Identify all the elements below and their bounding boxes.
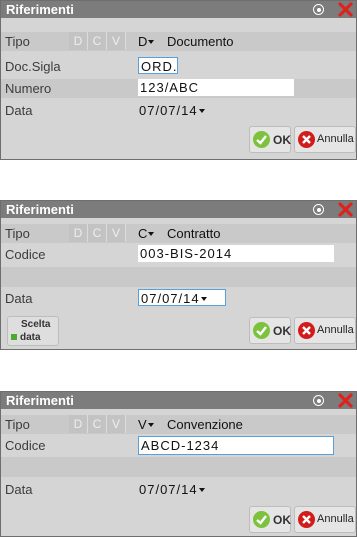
tipo-label: Tipo	[5, 417, 30, 432]
codice-label: Codice	[5, 438, 46, 453]
ok-label: OK	[273, 133, 291, 147]
close-icon[interactable]	[338, 2, 353, 17]
data-row: Data 07/07/14	[1, 101, 356, 120]
ok-button[interactable]: OK	[249, 126, 291, 153]
segment-d[interactable]: D	[69, 415, 88, 433]
scelta-label-1: Scelta	[21, 319, 51, 330]
chevron-down-icon	[148, 232, 155, 236]
chevron-down-icon	[198, 488, 205, 492]
dialog-titlebar: Riferimenti	[1, 1, 356, 18]
spacer-row	[1, 457, 356, 477]
data-label: Data	[5, 103, 33, 118]
annulla-label: Annulla	[317, 513, 354, 525]
doc-sigla-row: Doc.Sigla ORD.	[1, 57, 356, 76]
annulla-button[interactable]: Annulla	[294, 126, 356, 153]
dialog-titlebar: Riferimenti	[1, 201, 356, 218]
cancel-icon	[298, 131, 315, 148]
annulla-label: Annulla	[317, 324, 354, 336]
tipo-label: Tipo	[5, 226, 30, 241]
type-code: V	[138, 417, 147, 432]
data-input[interactable]: 07/07/14	[138, 289, 226, 306]
annulla-button[interactable]: Annulla	[294, 506, 356, 533]
tipo-row: Tipo D C V D Documento	[1, 32, 356, 51]
tipo-row: Tipo D C V C Contratto	[1, 224, 356, 243]
dialog-title: Riferimenti	[6, 202, 74, 217]
data-value: 07/07/14	[141, 291, 200, 306]
chevron-down-icon	[200, 297, 207, 301]
annulla-button[interactable]: Annulla	[294, 317, 356, 344]
codice-input[interactable]: 003-BIS-2014	[138, 245, 334, 262]
data-row: Data 07/07/14	[1, 289, 356, 308]
type-select[interactable]: D	[138, 34, 155, 49]
type-name: Contratto	[167, 226, 221, 241]
scelta-label-2: data	[20, 332, 41, 343]
codice-input[interactable]: ABCD-1234	[138, 436, 334, 455]
data-row: Data 07/07/14	[1, 480, 356, 499]
check-icon	[253, 322, 270, 339]
scelta-data-button[interactable]: Scelta data	[7, 316, 59, 346]
segment-c[interactable]: C	[88, 415, 107, 433]
data-select[interactable]: 07/07/14	[139, 482, 205, 497]
type-code: D	[138, 34, 148, 49]
dialog-titlebar: Riferimenti	[1, 392, 356, 409]
dialog-documento: Riferimenti Tipo D C V D Documento Doc.S…	[0, 0, 357, 160]
dialog-convenzione: Riferimenti Tipo D C V V Convenzione Cod…	[0, 391, 357, 537]
tipo-row: Tipo D C V V Convenzione	[1, 415, 356, 434]
dialog-title: Riferimenti	[6, 393, 74, 408]
dialog-title: Riferimenti	[6, 2, 74, 17]
type-code: C	[138, 226, 148, 241]
segment-c[interactable]: C	[88, 32, 107, 50]
close-icon[interactable]	[338, 393, 353, 408]
data-label: Data	[5, 482, 33, 497]
chevron-down-icon	[198, 109, 205, 113]
type-select[interactable]: C	[138, 226, 155, 241]
segment-v[interactable]: V	[107, 32, 126, 50]
data-value: 07/07/14	[139, 103, 198, 118]
ok-button[interactable]: OK	[249, 317, 291, 344]
close-icon[interactable]	[338, 202, 353, 217]
codice-label: Codice	[5, 247, 46, 262]
radio-icon[interactable]	[311, 2, 326, 17]
ok-label: OK	[273, 513, 291, 527]
radio-icon[interactable]	[311, 393, 326, 408]
cancel-icon	[298, 511, 315, 528]
cancel-icon	[298, 322, 315, 339]
chevron-down-icon	[147, 423, 154, 427]
dialog-contratto: Riferimenti Tipo D C V C Contratto Codic…	[0, 200, 357, 350]
data-select[interactable]: 07/07/14	[139, 103, 205, 118]
tipo-label: Tipo	[5, 34, 30, 49]
data-value: 07/07/14	[139, 482, 198, 497]
type-name: Documento	[167, 34, 234, 49]
segment-c[interactable]: C	[88, 224, 107, 242]
radio-icon[interactable]	[311, 202, 326, 217]
numero-label: Numero	[5, 81, 52, 96]
type-name: Convenzione	[167, 417, 243, 432]
codice-row: Codice ABCD-1234	[1, 435, 356, 455]
segment-d[interactable]: D	[69, 32, 88, 50]
chevron-down-icon	[148, 40, 155, 44]
spacer-row	[1, 267, 356, 287]
ok-button[interactable]: OK	[249, 506, 291, 533]
annulla-label: Annulla	[317, 133, 354, 145]
type-select[interactable]: V	[138, 417, 154, 432]
data-label: Data	[5, 291, 33, 306]
check-icon	[253, 511, 270, 528]
calendar-icon	[11, 334, 17, 340]
segment-d[interactable]: D	[69, 224, 88, 242]
segment-v[interactable]: V	[107, 224, 126, 242]
numero-input[interactable]: 123/ABC	[138, 79, 294, 96]
doc-sigla-input[interactable]: ORD.	[138, 57, 178, 74]
segment-v[interactable]: V	[107, 415, 126, 433]
doc-sigla-label: Doc.Sigla	[5, 59, 61, 74]
numero-row: Numero 123/ABC	[1, 79, 356, 98]
check-icon	[253, 131, 270, 148]
codice-row: Codice 003-BIS-2014	[1, 245, 356, 264]
ok-label: OK	[273, 324, 291, 338]
